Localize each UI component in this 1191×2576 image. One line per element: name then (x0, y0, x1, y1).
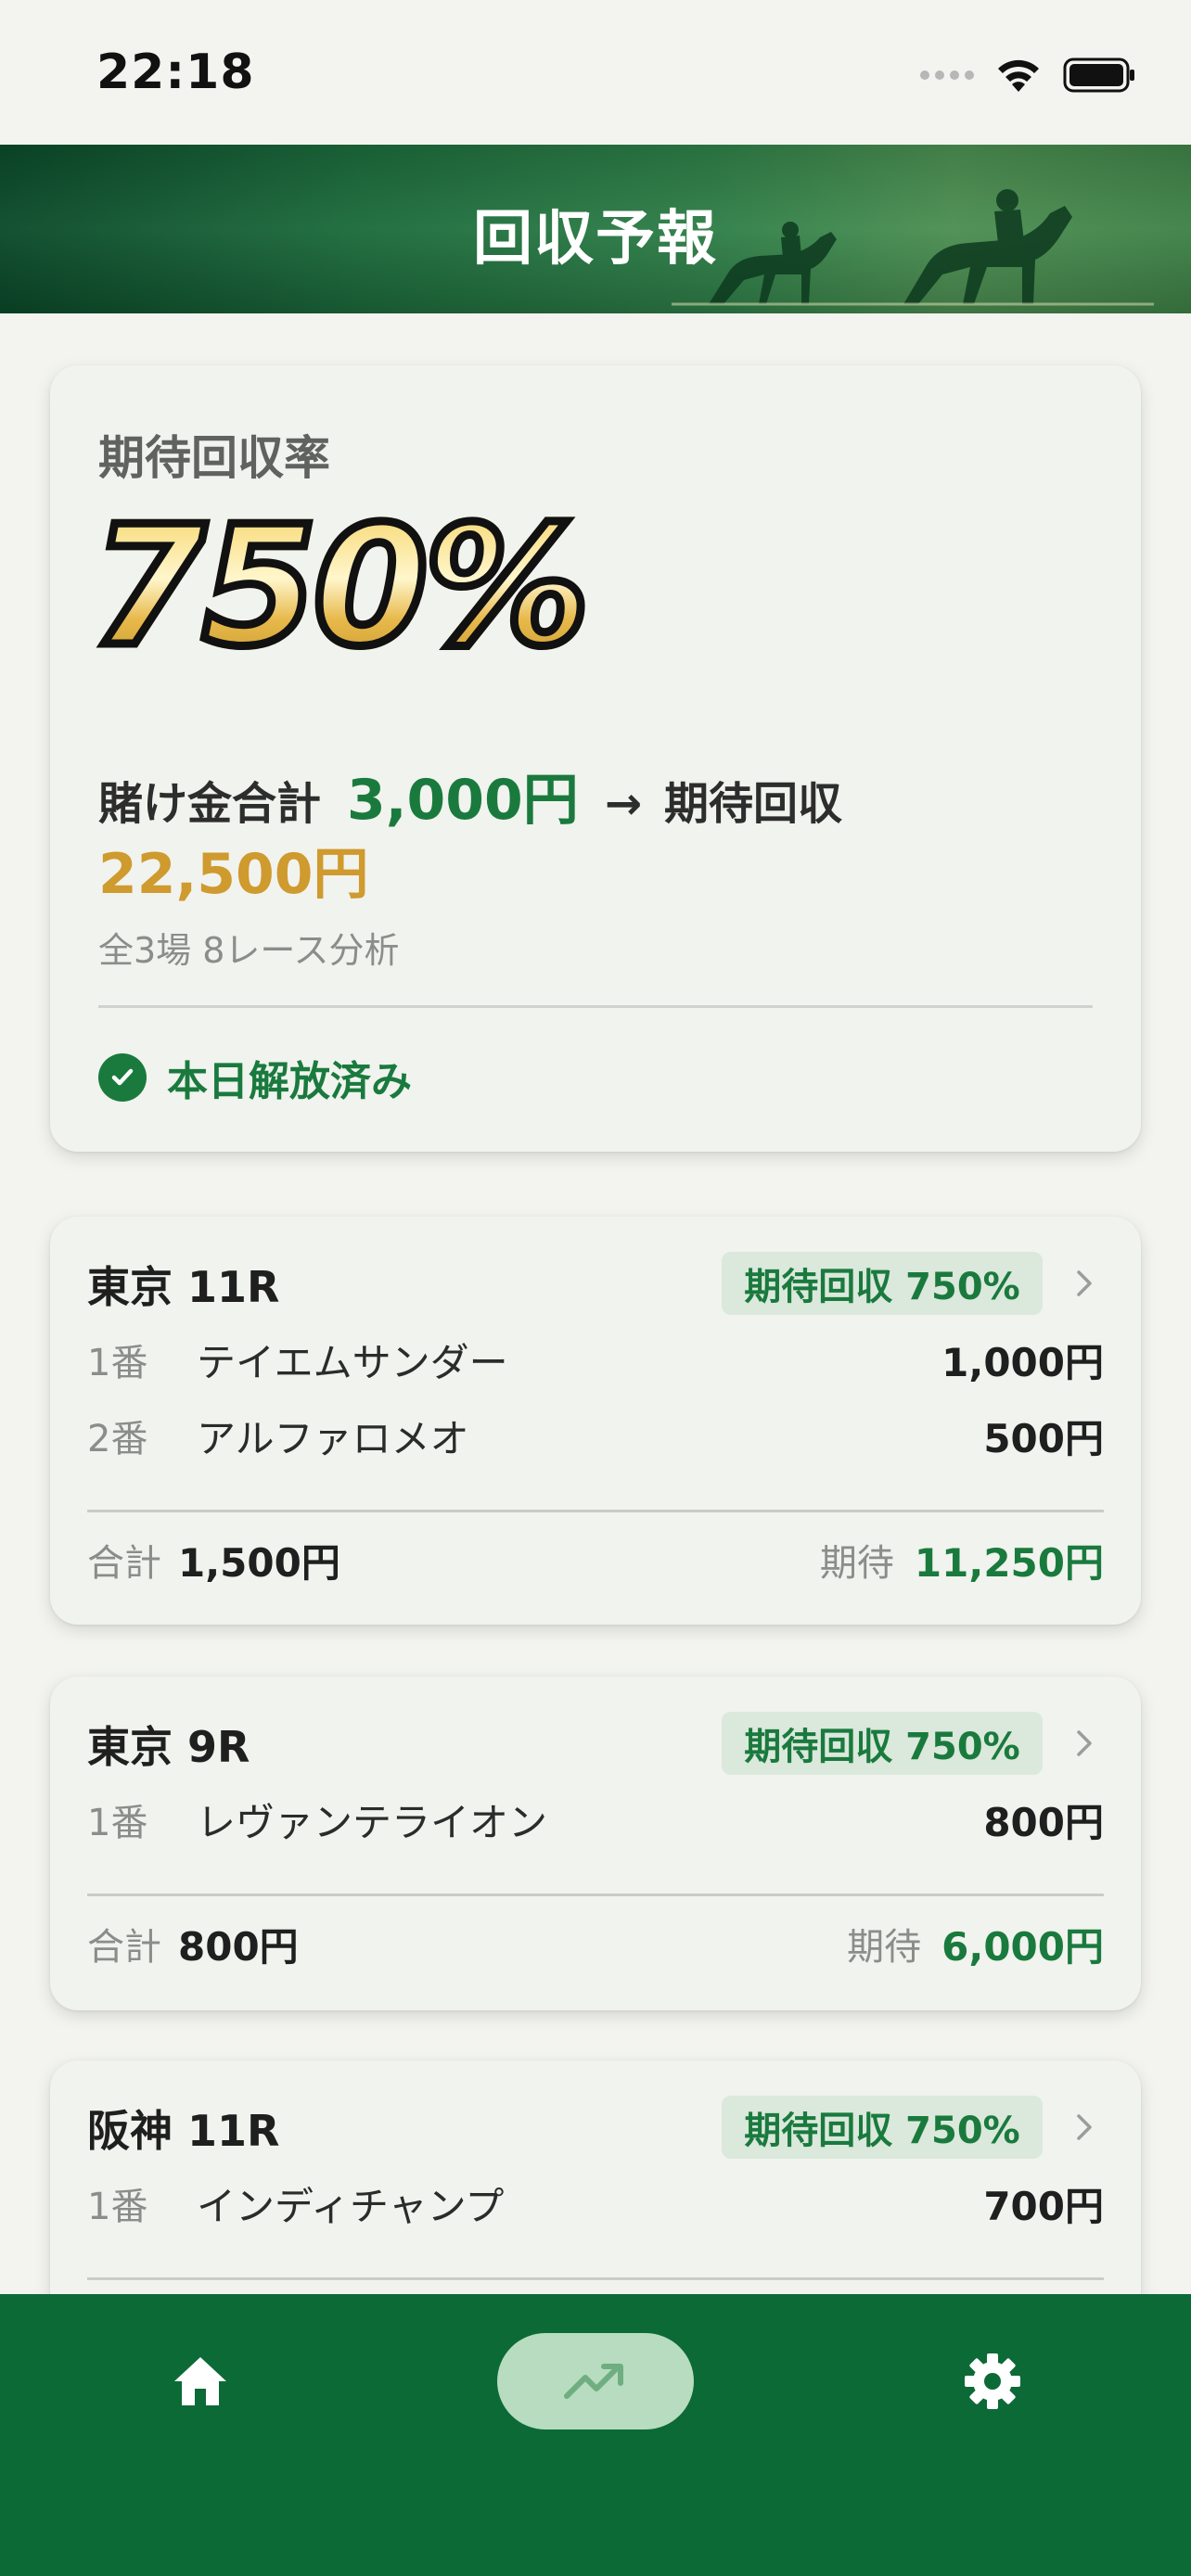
chevron-right-icon (1077, 2114, 1092, 2140)
divider (87, 2277, 1104, 2280)
gear-icon (965, 2353, 1020, 2409)
status-icons (920, 54, 1137, 96)
expected-return-badge: 期待回収 750% (722, 2096, 1043, 2159)
arrow-right-icon: → (604, 778, 643, 830)
race-title: 東京 9R (87, 1722, 250, 1772)
divider (98, 1005, 1093, 1008)
horse-name: インディチャンプ (197, 2183, 505, 2229)
total-label: 合計 (87, 1926, 161, 1969)
horse-name: アルファロメオ (197, 1415, 469, 1461)
horse-number: 2番 (87, 1418, 148, 1460)
release-status: 本日解放済み (98, 1048, 412, 1107)
expected-label: 期待 (819, 1542, 894, 1585)
horse-name: レヴァンテライオン (197, 1799, 548, 1845)
expected-return-badge: 期待回収 750% (722, 1712, 1043, 1775)
divider (87, 1510, 1104, 1512)
bottom-tab-bar (0, 2294, 1191, 2576)
race-title: 阪神 11R (87, 2106, 280, 2156)
bet-entry-row: 1番 レヴァンテライオン 800円 (87, 1792, 1104, 1847)
expected-rate-value: 750% (87, 491, 595, 682)
expected-return-badge: 期待回収 750% (722, 1252, 1043, 1315)
bet-entry-row: 1番 テイエムサンダー 1,000円 (87, 1332, 1104, 1387)
page-title: 回収予報 (473, 205, 718, 274)
total-label: 合計 (87, 1542, 161, 1585)
horse-number: 1番 (87, 2186, 148, 2228)
chevron-right-icon (1077, 1270, 1092, 1296)
bet-total-value: 3,000円 (347, 768, 579, 833)
bet-total-label: 賭け金合計 (98, 778, 322, 830)
tab-stats[interactable] (497, 2333, 694, 2429)
bet-summary-line: 賭け金合計 3,000円 → 期待回収 (98, 755, 842, 835)
bet-entry-row: 2番 アルファロメオ 500円 (87, 1408, 1104, 1463)
bet-entry-row: 1番 インディチャンプ 700円 (87, 2175, 1104, 2231)
expected-amount: 11,250円 (914, 1539, 1104, 1586)
bet-amount: 700円 (983, 2183, 1104, 2229)
release-status-label: 本日解放済み (167, 1058, 412, 1105)
race-title: 東京 11R (87, 1262, 280, 1312)
trending-up-icon (564, 2364, 623, 2399)
expected-return-label: 期待回収 (664, 778, 843, 830)
check-circle-icon (98, 1053, 147, 1102)
summary-card: 期待回収率 750% 賭け金合計 3,000円 → 期待回収 22,500円 全… (50, 365, 1141, 1152)
expected-return-value: 22,500円 (98, 842, 369, 907)
horse-number: 1番 (87, 1342, 148, 1384)
tab-home[interactable] (152, 2333, 249, 2429)
total-amount: 1,500円 (178, 1539, 340, 1586)
total-row: 合計 1,500円 期待 11,250円 (87, 1532, 1104, 1588)
bet-amount: 500円 (983, 1415, 1104, 1461)
expected-rate-label: 期待回収率 (98, 431, 330, 485)
bet-amount: 1,000円 (941, 1339, 1104, 1385)
tab-settings[interactable] (944, 2333, 1041, 2429)
expected-label: 期待 (847, 1926, 922, 1969)
battery-icon (1063, 57, 1134, 93)
analysis-note: 全3場 8レース分析 (98, 930, 400, 971)
wifi-icon (998, 59, 1039, 92)
horse-name: テイエムサンダー (197, 1339, 508, 1385)
status-bar: 22:18 (0, 0, 1191, 145)
home-icon (174, 2357, 226, 2405)
horse-number: 1番 (87, 1802, 148, 1844)
total-amount: 800円 (178, 1923, 299, 1970)
header-banner: 回収予報 (0, 145, 1191, 313)
divider (87, 1894, 1104, 1896)
bet-amount: 800円 (983, 1799, 1104, 1845)
expected-amount: 6,000円 (941, 1923, 1104, 1970)
total-row: 合計 800円 期待 6,000円 (87, 1916, 1104, 1971)
status-time: 22:18 (96, 45, 255, 100)
race-card[interactable]: 東京 9R 期待回収 750% 1番 レヴァンテライオン 800円 合計 800… (50, 1677, 1141, 2010)
chevron-right-icon (1077, 1730, 1092, 1756)
signal-icon (920, 70, 974, 80)
race-card[interactable]: 東京 11R 期待回収 750% 1番 テイエムサンダー 1,000円 2番 ア… (50, 1217, 1141, 1625)
